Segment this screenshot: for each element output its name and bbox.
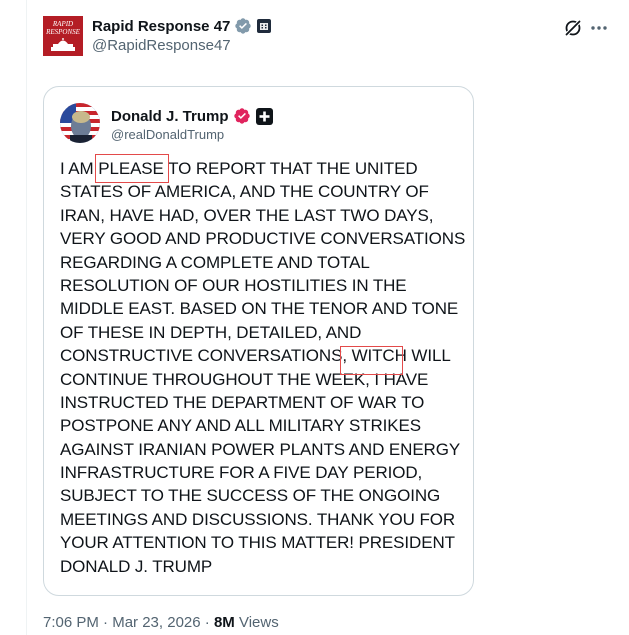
text-line: RESOLUTION OF OUR HOSTILITIES IN THE xyxy=(60,275,407,295)
quoted-post[interactable]: Donald J. Trump @realDonaldTrump I AM PL… xyxy=(43,86,474,596)
post-time[interactable]: 7:06 PM xyxy=(43,614,99,631)
text-line: DONALD J. TRUMP xyxy=(60,556,213,576)
affiliate-badge-icon[interactable] xyxy=(257,19,272,33)
meta-separator: · xyxy=(200,614,214,631)
post-header: Rapid Response 47 @RapidResponse47 xyxy=(92,15,272,54)
text-line: MEETINGS AND DISCUSSIONS. THANK YOU FOR xyxy=(60,509,456,529)
post-meta: 7:06 PM · Mar 23, 2026 · 8M Views xyxy=(43,614,279,631)
text-line: OF THESE IN DEPTH, DETAILED, AND xyxy=(60,322,362,342)
text-line: IRAN, HAVE HAD, OVER THE LAST TWO DAYS, xyxy=(60,205,434,225)
text-line: REGARDING A COMPLETE AND TOTAL xyxy=(60,252,370,272)
quoted-author-handle[interactable]: @realDonaldTrump xyxy=(111,127,273,142)
text-line: CONTINUE THROUGHOUT THE WEEK, I HAVE xyxy=(60,369,429,389)
affiliate-badge-icon[interactable] xyxy=(255,107,273,125)
quoted-post-text: I AM PLEASE TO REPORT THAT THE UNITED ST… xyxy=(60,157,470,578)
avatar-logo-text: RAPID RESPONSE xyxy=(46,20,80,36)
text-line: POSTPONE ANY AND ALL MILITARY STRIKES xyxy=(60,416,421,436)
text-line: CONSTRUCTIVE CONVERSATIONS, WITCH WILL xyxy=(60,346,451,366)
grok-icon[interactable] xyxy=(563,18,583,38)
author-handle[interactable]: @RapidResponse47 xyxy=(92,37,271,54)
highlight-box-please xyxy=(95,154,169,183)
quoted-author-name[interactable]: Donald J. Trump xyxy=(111,108,229,125)
text-line: VERY GOOD AND PRODUCTIVE CONVERSATIONS xyxy=(60,229,466,249)
text-line: INSTRUCTED THE DEPARTMENT OF WAR TO xyxy=(60,392,425,412)
avatar[interactable]: RAPID RESPONSE xyxy=(43,16,83,56)
verified-badge-icon xyxy=(233,108,250,124)
quoted-avatar[interactable] xyxy=(60,103,100,143)
text-line: AGAINST IRANIAN POWER PLANTS AND ENERGY xyxy=(60,439,461,459)
views-label: Views xyxy=(234,614,279,631)
text-line: YOUR ATTENTION TO THIS MATTER! PRESIDENT xyxy=(60,533,455,553)
verified-badge-icon xyxy=(235,18,252,34)
text-line: SUBJECT TO THE SUCCESS OF THE ONGOING xyxy=(60,486,441,506)
post-date[interactable]: Mar 23, 2026 xyxy=(112,614,200,631)
capitol-icon xyxy=(51,38,75,51)
text-line: INFRASTRUCTURE FOR A FIVE DAY PERIOD, xyxy=(60,463,423,483)
text-line: MIDDLE EAST. BASED ON THE TENOR AND TONE xyxy=(60,299,459,319)
highlight-box-witch xyxy=(340,346,403,375)
flag-portrait-icon xyxy=(60,103,100,143)
timeline-divider xyxy=(26,0,27,635)
author-name[interactable]: Rapid Response 47 xyxy=(92,18,230,35)
more-icon[interactable] xyxy=(591,25,607,31)
text-line: STATES OF AMERICA, AND THE COUNTRY OF xyxy=(60,182,429,202)
meta-separator: · xyxy=(98,614,113,631)
views-count: 8M xyxy=(213,614,235,631)
